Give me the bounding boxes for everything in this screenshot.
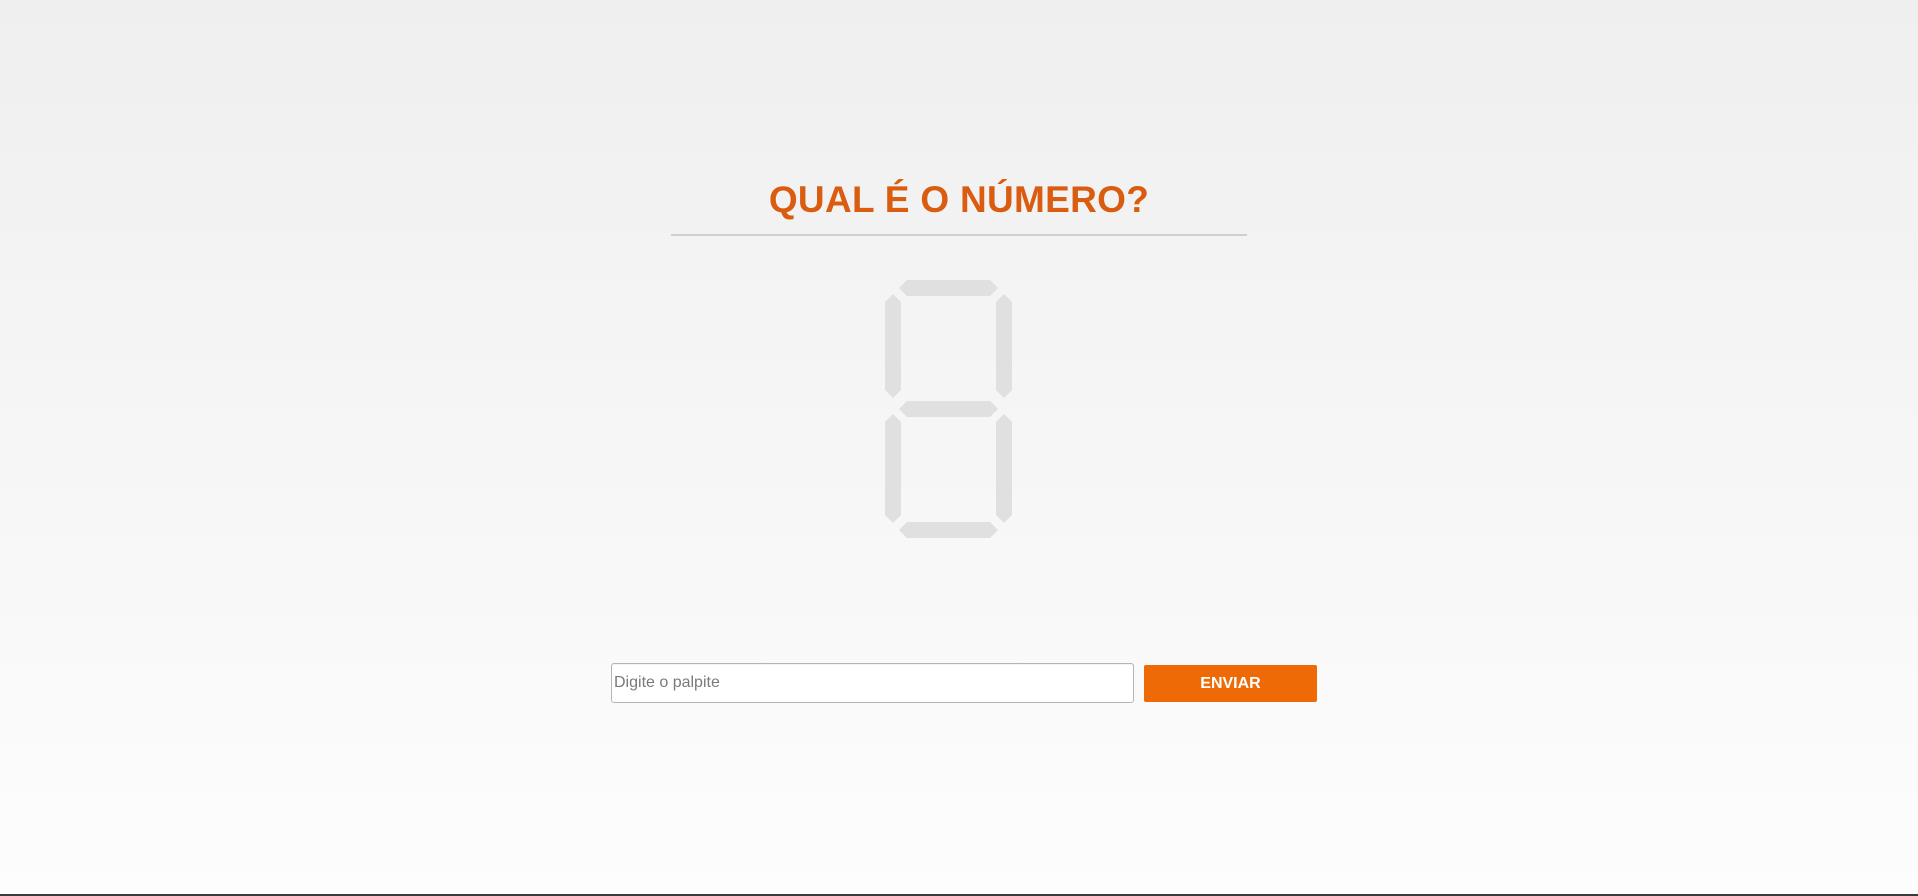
send-button[interactable]: ENVIAR (1144, 665, 1317, 702)
segment-bottom-right (996, 414, 1012, 523)
title-divider (671, 234, 1247, 236)
segment-top (899, 280, 998, 296)
segment-top-right (996, 294, 1012, 398)
seven-segment-display (885, 280, 1012, 538)
segment-middle (899, 401, 998, 417)
guess-input[interactable] (611, 663, 1134, 703)
segment-bottom-left (885, 414, 901, 523)
segment-top-left (885, 294, 901, 398)
page-title: QUAL É O NÚMERO? (768, 179, 1150, 220)
segment-bottom (899, 522, 998, 538)
